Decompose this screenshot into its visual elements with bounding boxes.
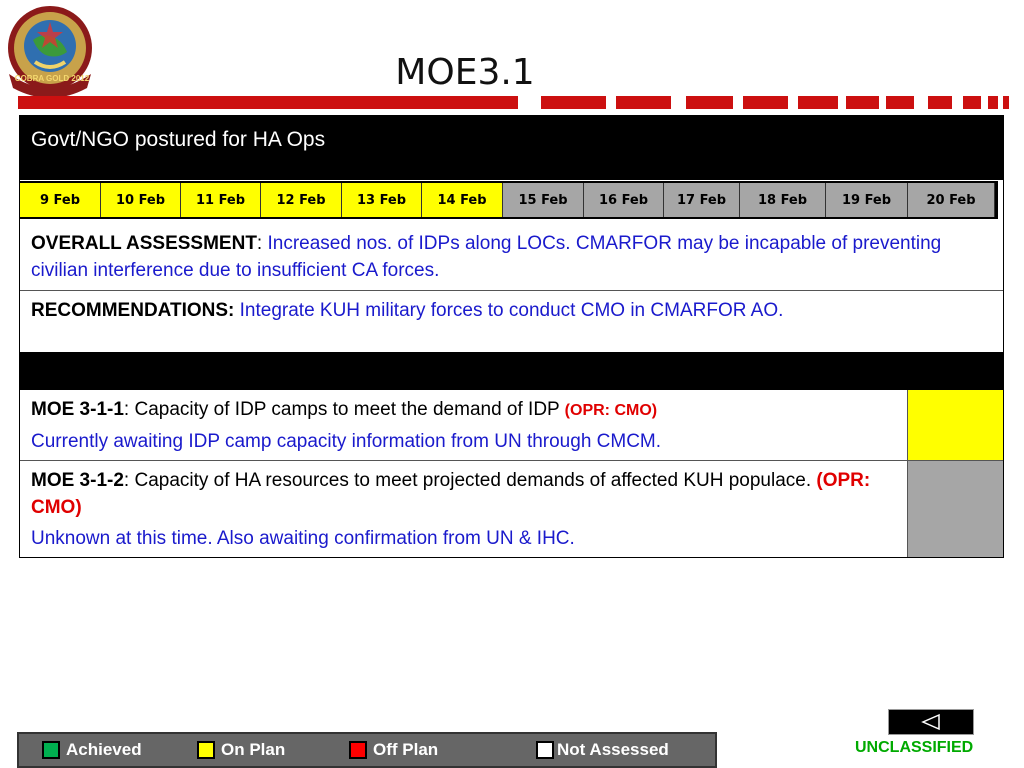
- back-button[interactable]: [888, 709, 974, 735]
- moe-id: MOE 3-1-2: [31, 470, 124, 491]
- classification-label: UNCLASSIFIED: [855, 739, 974, 756]
- page-title: MOE3.1: [395, 52, 535, 93]
- moe-note: Currently awaiting IDP camp capacity inf…: [31, 431, 662, 452]
- legend-item-on-plan: On Plan: [197, 740, 285, 760]
- moe-note: Unknown at this time. Also awaiting conf…: [31, 528, 575, 549]
- legend-swatch: [197, 741, 215, 759]
- recommendations-text: Integrate KUH military forces to conduct…: [234, 300, 784, 321]
- date-row: 9 Feb 10 Feb 11 Feb 12 Feb 13 Feb 14 Feb 15 Fe…: [20, 181, 998, 219]
- date-cell: 18 Feb: [740, 183, 826, 217]
- legend-swatch: [42, 741, 60, 759]
- recommendations: RECOMMENDATIONS: Integrate KUH military …: [20, 291, 1003, 351]
- date-cell: 13 Feb: [342, 183, 422, 217]
- date-cell: 16 Feb: [584, 183, 664, 217]
- legend-label: Achieved: [66, 740, 142, 759]
- section-header: Govt/NGO postured for HA Ops: [20, 116, 1003, 180]
- moe-id: MOE 3-1-1: [31, 399, 124, 420]
- date-cell: 19 Feb: [826, 183, 908, 217]
- status-legend: Achieved On Plan Off Plan Not Assessed: [17, 732, 717, 768]
- moe-text: MOE 3-1-2: Capacity of HA resources to m…: [20, 461, 908, 557]
- date-cell: 14 Feb: [422, 183, 503, 217]
- date-cell: 10 Feb: [101, 183, 181, 217]
- assessment-label: OVERALL ASSESSMENT: [31, 233, 257, 254]
- triangle-left-icon: [921, 713, 940, 731]
- date-cell: 20 Feb: [908, 183, 995, 217]
- recommendations-label: RECOMMENDATIONS:: [31, 300, 235, 321]
- moe-desc: : Capacity of HA resources to meet proje…: [123, 470, 817, 491]
- date-cell: 11 Feb: [181, 183, 261, 217]
- moe-table: Govt/NGO postured for HA Ops 9 Feb 10 Feb…: [19, 115, 1004, 558]
- moe-text: MOE 3-1-1: Capacity of IDP camps to meet…: [20, 390, 908, 460]
- date-cell: 12 Feb: [261, 183, 342, 217]
- overall-assessment: OVERALL ASSESSMENT: Increased nos. of ID…: [20, 221, 1003, 291]
- red-stripe-bar: [18, 96, 1009, 109]
- legend-item-achieved: Achieved: [42, 740, 142, 760]
- moe-opr: (OPR: CMO): [564, 402, 658, 419]
- moe-row-1: MOE 3-1-1: Capacity of IDP camps to meet…: [20, 390, 1003, 461]
- legend-swatch: [349, 741, 367, 759]
- legend-swatch: [536, 741, 554, 759]
- section-title: Govt/NGO postured for HA Ops: [31, 128, 326, 151]
- legend-label: Off Plan: [373, 740, 439, 759]
- moe-status-cell: [908, 390, 1003, 460]
- legend-item-off-plan: Off Plan: [349, 740, 438, 760]
- legend-label: On Plan: [221, 740, 286, 759]
- date-cell: 15 Feb: [503, 183, 584, 217]
- date-cell: 17 Feb: [664, 183, 740, 217]
- black-band: [20, 352, 1003, 390]
- moe-status-cell: [908, 461, 1003, 557]
- legend-item-not-assessed: Not Assessed: [536, 740, 669, 760]
- moe-desc: : Capacity of IDP camps to meet the dema…: [123, 399, 565, 420]
- legend-label: Not Assessed: [557, 740, 669, 759]
- moe-row-2: MOE 3-1-2: Capacity of HA resources to m…: [20, 461, 1003, 557]
- date-cell: 9 Feb: [20, 183, 101, 217]
